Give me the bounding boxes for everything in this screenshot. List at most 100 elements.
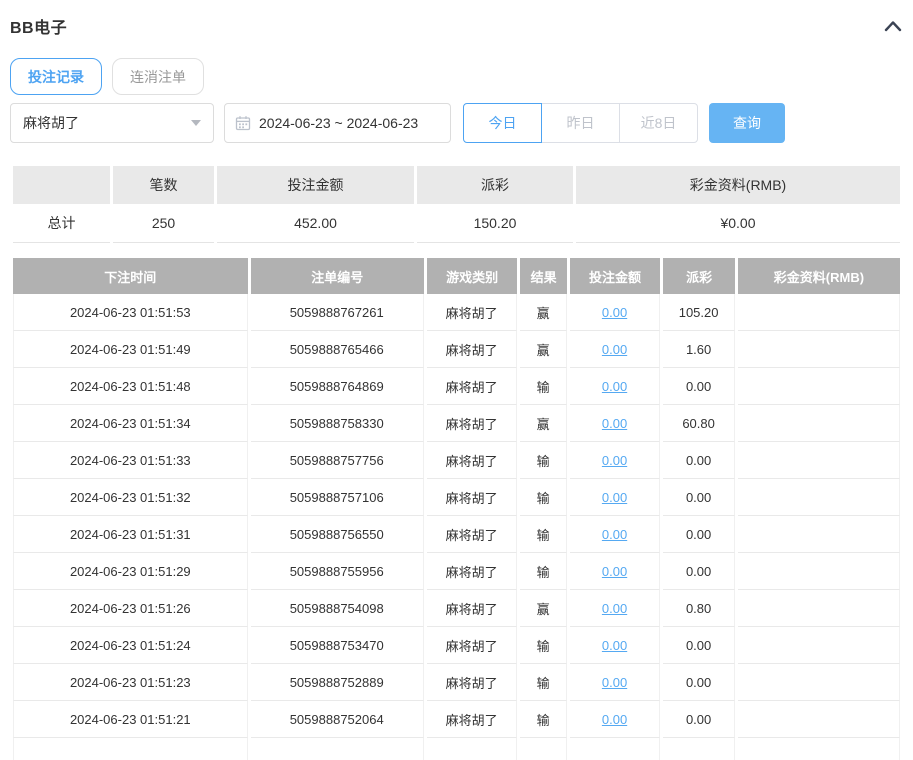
records-header-result: 结果 xyxy=(520,258,567,294)
table-row: 2024-06-23 01:51:53 5059888767261 麻将胡了 赢… xyxy=(13,294,900,331)
table-row xyxy=(13,738,900,760)
bet-amount-link[interactable]: 0.00 xyxy=(602,379,627,394)
records-header-row: 下注时间 注单编号 游戏类别 结果 投注金额 派彩 彩金资料(RMB) xyxy=(13,258,900,294)
bet-amount-cell: 0.00 xyxy=(569,368,661,405)
payout-cell: 0.00 xyxy=(663,701,735,738)
table-row: 2024-06-23 01:51:31 5059888756550 麻将胡了 输… xyxy=(13,516,900,553)
bb-games-panel: BB电子 投注记录 连消注单 麻将胡了 2024-06-23 ~ 2024-06… xyxy=(0,0,913,760)
payout-cell: 0.00 xyxy=(663,627,735,664)
bet-time-cell: 2024-06-23 01:51:49 xyxy=(13,331,248,368)
game-type-cell: 麻将胡了 xyxy=(426,442,518,479)
bet-amount-link[interactable]: 0.00 xyxy=(602,638,627,653)
records-header-bet-amount: 投注金额 xyxy=(569,258,661,294)
game-type-cell: 麻将胡了 xyxy=(426,331,518,368)
game-type-cell: 麻将胡了 xyxy=(426,553,518,590)
table-row: 2024-06-23 01:51:32 5059888757106 麻将胡了 输… xyxy=(13,479,900,516)
bet-time-cell: 2024-06-23 01:51:32 xyxy=(13,479,248,516)
bet-records-table: 下注时间 注单编号 游戏类别 结果 投注金额 派彩 彩金资料(RMB) 2024… xyxy=(10,258,903,760)
summary-header-count: 笔数 xyxy=(113,166,214,204)
summary-total-count: 250 xyxy=(113,204,214,243)
summary-header-payout: 派彩 xyxy=(417,166,573,204)
tab-cancelled-orders[interactable]: 连消注单 xyxy=(112,58,204,95)
bet-amount-link[interactable]: 0.00 xyxy=(602,490,627,505)
bet-time-cell: 2024-06-23 01:51:53 xyxy=(13,294,248,331)
order-id-cell: 5059888765466 xyxy=(250,331,424,368)
result-cell: 赢 xyxy=(520,590,567,627)
summary-total-payout: 150.20 xyxy=(417,204,573,243)
game-type-cell: 麻将胡了 xyxy=(426,405,518,442)
table-row: 2024-06-23 01:51:24 5059888753470 麻将胡了 输… xyxy=(13,627,900,664)
bet-time-cell: 2024-06-23 01:51:31 xyxy=(13,516,248,553)
order-id-cell: 5059888758330 xyxy=(250,405,424,442)
records-header-bet-time: 下注时间 xyxy=(13,258,248,294)
result-cell: 输 xyxy=(520,479,567,516)
bet-amount-link[interactable]: 0.00 xyxy=(602,416,627,431)
result-cell: 赢 xyxy=(520,331,567,368)
bet-amount-link[interactable]: 0.00 xyxy=(602,305,627,320)
summary-header-row: 笔数 投注金额 派彩 彩金资料(RMB) xyxy=(13,166,900,204)
query-button[interactable]: 查询 xyxy=(709,103,785,143)
bonus-cell xyxy=(737,368,900,405)
summary-header-bet-amount: 投注金额 xyxy=(217,166,414,204)
order-id-cell: 5059888757756 xyxy=(250,442,424,479)
bet-time-cell: 2024-06-23 01:51:24 xyxy=(13,627,248,664)
records-header-payout: 派彩 xyxy=(663,258,735,294)
table-row: 2024-06-23 01:51:34 5059888758330 麻将胡了 赢… xyxy=(13,405,900,442)
result-cell: 赢 xyxy=(520,405,567,442)
date-range-value: 2024-06-23 ~ 2024-06-23 xyxy=(259,115,419,131)
order-id-cell: 5059888756550 xyxy=(250,516,424,553)
game-select[interactable]: 麻将胡了 xyxy=(10,103,214,143)
game-type-cell: 麻将胡了 xyxy=(426,479,518,516)
table-row: 2024-06-23 01:51:29 5059888755956 麻将胡了 输… xyxy=(13,553,900,590)
bet-amount-cell: 0.00 xyxy=(569,442,661,479)
payout-cell: 0.00 xyxy=(663,479,735,516)
bonus-cell xyxy=(737,553,900,590)
summary-total-bonus: ¥0.00 xyxy=(576,204,900,243)
quick-filter-last8days-button[interactable]: 近8日 xyxy=(619,103,698,143)
bet-time-cell xyxy=(13,738,248,760)
quick-filter-today-button[interactable]: 今日 xyxy=(463,103,542,143)
order-id-cell: 5059888757106 xyxy=(250,479,424,516)
summary-total-bet-amount: 452.00 xyxy=(217,204,414,243)
summary-table: 笔数 投注金额 派彩 彩金资料(RMB) 总计 250 452.00 150.2… xyxy=(10,166,903,243)
summary-header-bonus: 彩金资料(RMB) xyxy=(576,166,900,204)
bonus-cell xyxy=(737,294,900,331)
bet-amount-link[interactable]: 0.00 xyxy=(602,342,627,357)
date-range-input[interactable]: 2024-06-23 ~ 2024-06-23 xyxy=(224,103,451,143)
payout-cell: 1.60 xyxy=(663,331,735,368)
tab-bet-records[interactable]: 投注记录 xyxy=(10,58,102,95)
game-type-cell: 麻将胡了 xyxy=(426,368,518,405)
bet-time-cell: 2024-06-23 01:51:26 xyxy=(13,590,248,627)
payout-cell: 0.00 xyxy=(663,442,735,479)
bet-amount-cell: 0.00 xyxy=(569,331,661,368)
game-type-cell: 麻将胡了 xyxy=(426,294,518,331)
bonus-cell xyxy=(737,405,900,442)
bet-amount-cell: 0.00 xyxy=(569,516,661,553)
bet-amount-link[interactable]: 0.00 xyxy=(602,675,627,690)
order-id-cell: 5059888764869 xyxy=(250,368,424,405)
bet-amount-link[interactable]: 0.00 xyxy=(602,527,627,542)
bet-amount-cell: 0.00 xyxy=(569,664,661,701)
result-cell: 输 xyxy=(520,442,567,479)
table-row: 2024-06-23 01:51:21 5059888752064 麻将胡了 输… xyxy=(13,701,900,738)
bet-amount-link[interactable]: 0.00 xyxy=(602,453,627,468)
result-cell: 输 xyxy=(520,627,567,664)
game-type-cell: 麻将胡了 xyxy=(426,627,518,664)
order-id-cell: 5059888755956 xyxy=(250,553,424,590)
game-type-cell xyxy=(426,738,518,760)
records-header-bonus: 彩金资料(RMB) xyxy=(737,258,900,294)
quick-date-button-group: 今日 昨日 近8日 xyxy=(463,103,698,143)
summary-header-empty xyxy=(13,166,110,204)
collapse-panel-button[interactable] xyxy=(883,16,903,36)
game-type-cell: 麻将胡了 xyxy=(426,516,518,553)
bet-amount-cell: 0.00 xyxy=(569,590,661,627)
bonus-cell xyxy=(737,516,900,553)
bet-amount-link[interactable]: 0.00 xyxy=(602,601,627,616)
quick-filter-yesterday-button[interactable]: 昨日 xyxy=(541,103,620,143)
order-id-cell: 5059888752064 xyxy=(250,701,424,738)
order-id-cell: 5059888753470 xyxy=(250,627,424,664)
bet-amount-cell: 0.00 xyxy=(569,701,661,738)
bet-amount-link[interactable]: 0.00 xyxy=(602,712,627,727)
bet-amount-link[interactable]: 0.00 xyxy=(602,564,627,579)
bet-time-cell: 2024-06-23 01:51:29 xyxy=(13,553,248,590)
